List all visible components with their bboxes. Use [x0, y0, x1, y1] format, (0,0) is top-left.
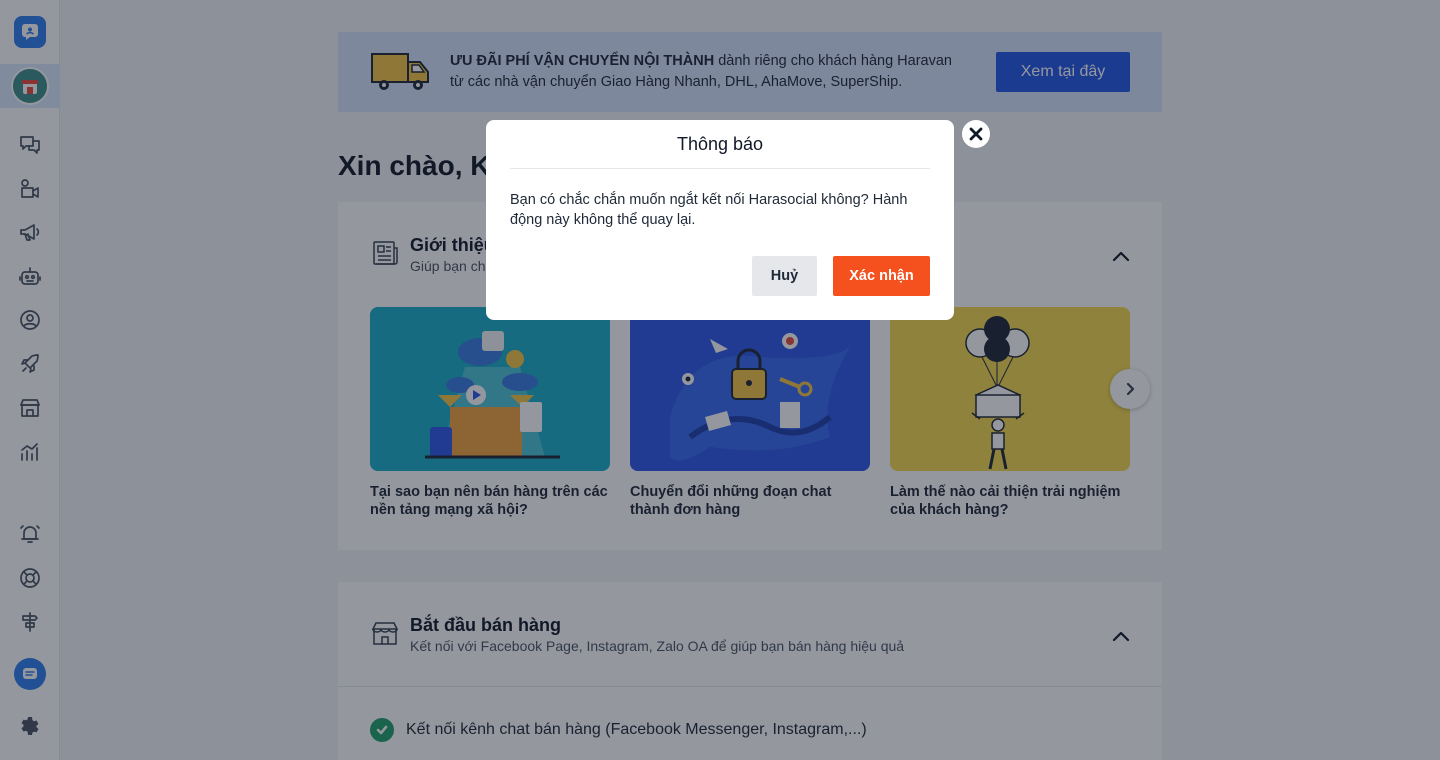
- dialog-title: Thông báo: [676, 134, 764, 154]
- dialog-divider: [510, 168, 930, 169]
- confirm-button[interactable]: Xác nhận: [833, 256, 930, 296]
- close-dialog-button[interactable]: [962, 120, 990, 148]
- cancel-button[interactable]: Huỷ: [752, 256, 817, 296]
- disconnect-confirm-dialog: Thông báo Bạn có chắc chắn muốn ngắt kết…: [486, 120, 954, 320]
- dialog-message: Bạn có chắc chắn muốn ngắt kết nối Haras…: [510, 192, 908, 228]
- close-icon: [969, 127, 983, 141]
- modal-backdrop[interactable]: [0, 0, 1440, 760]
